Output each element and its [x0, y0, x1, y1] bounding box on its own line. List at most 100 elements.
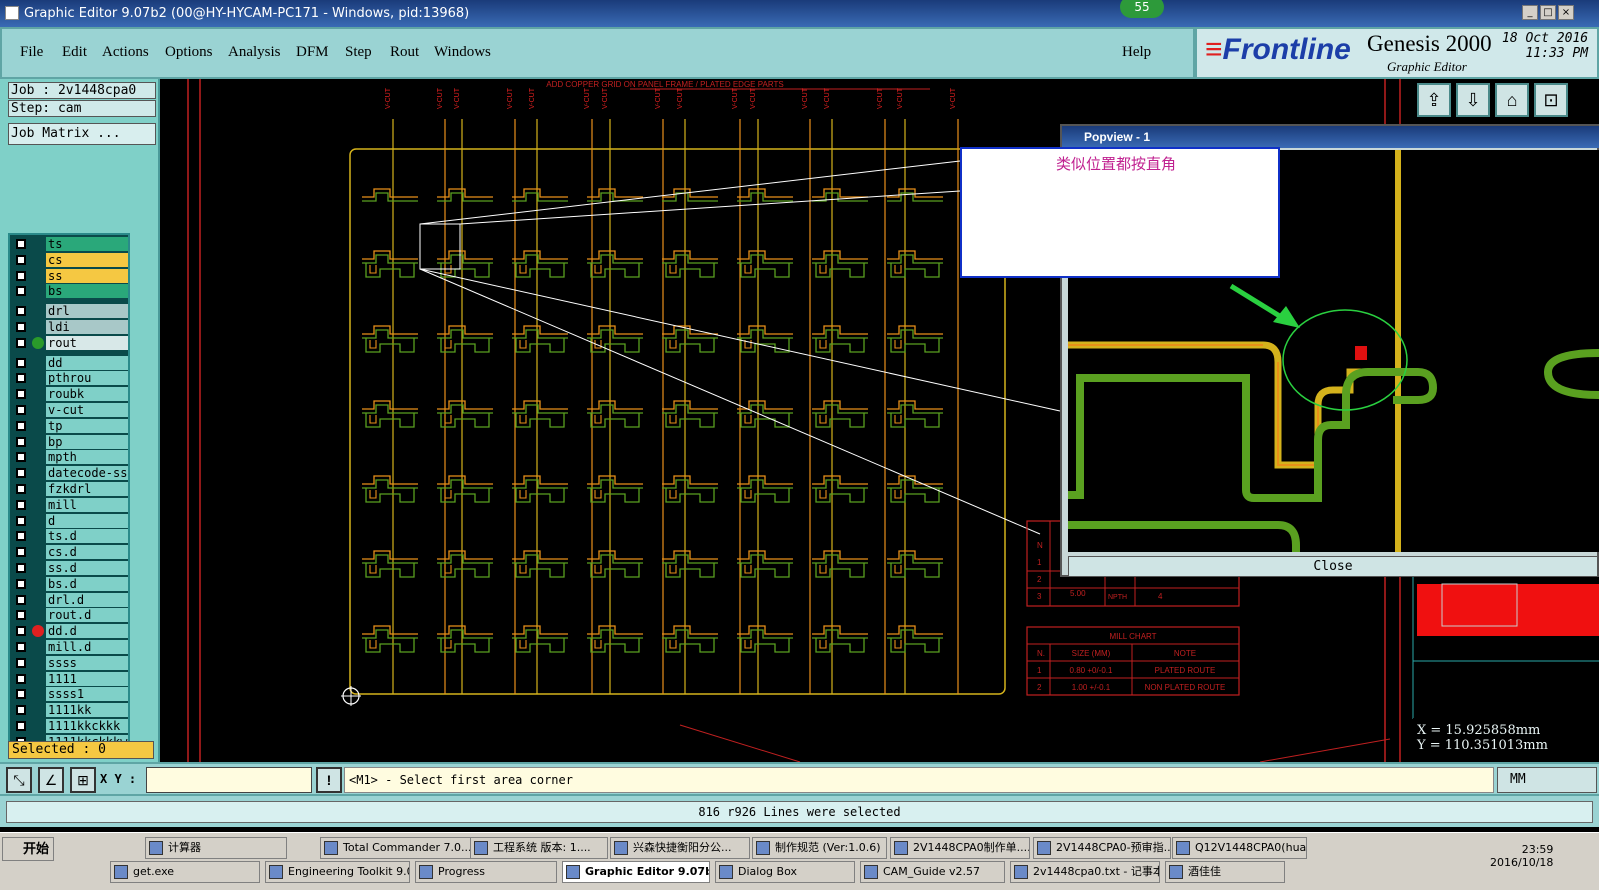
layer-row[interactable]: dd [12, 355, 128, 370]
taskbar-button[interactable]: Total Commander 7.0... [320, 837, 472, 859]
menu-dfm[interactable]: DFM [296, 44, 329, 61]
alert-icon[interactable]: ! [316, 767, 342, 793]
layer-checkbox[interactable] [16, 642, 26, 652]
taskbar-button[interactable]: 2V1448CPA0制作单.... [890, 837, 1030, 859]
menu-options[interactable]: Options [165, 44, 213, 61]
taskbar-button[interactable]: 兴森快捷衡阳分公... [610, 837, 750, 859]
layer-checkbox[interactable] [16, 689, 26, 700]
close-window-button[interactable]: × [1558, 5, 1574, 20]
popview-close-button[interactable]: Close [1068, 556, 1598, 577]
notification-badge[interactable]: 55 [1120, 0, 1164, 18]
taskbar-button[interactable]: 酒佳佳 [1165, 861, 1285, 883]
menu-step[interactable]: Step [345, 44, 372, 61]
layer-checkbox[interactable] [16, 515, 26, 526]
taskbar-button[interactable]: CAM_Guide v2.57 [860, 861, 1005, 883]
layer-row[interactable]: mpth [12, 450, 128, 465]
layer-checkbox[interactable] [16, 306, 26, 317]
layer-row[interactable]: ssss1 [12, 687, 128, 702]
layer-row[interactable]: pthrou [12, 371, 128, 386]
taskbar-button[interactable]: Dialog Box [715, 861, 855, 883]
taskbar-button[interactable]: Progress [415, 861, 557, 883]
layer-row[interactable]: datecode-ss [12, 466, 128, 481]
layer-row[interactable]: 1111kkckkk [12, 719, 128, 733]
layer-checkbox[interactable] [16, 563, 26, 573]
menu-actions[interactable]: Actions [102, 44, 149, 61]
layer-row[interactable]: d [12, 513, 128, 528]
layer-checkbox[interactable] [16, 322, 26, 332]
popview-titlebar[interactable]: Popview - 1 [1062, 126, 1599, 148]
layer-checkbox[interactable] [16, 626, 26, 637]
taskbar-button[interactable]: Q12V1448CPA0(hua... [1172, 837, 1307, 859]
taskbar-button[interactable]: Graphic Editor 9.07b... [562, 861, 710, 883]
layer-row[interactable]: dd.d [12, 624, 128, 639]
layer-row[interactable]: bs [12, 284, 128, 299]
taskbar-button[interactable]: 2v1448cpa0.txt - 记事本 [1010, 861, 1160, 883]
layer-checkbox[interactable] [16, 721, 26, 731]
job-matrix-button[interactable]: Job Matrix ... [8, 123, 156, 145]
layer-row[interactable]: 1111 [12, 671, 128, 686]
maximize-button[interactable]: □ [1540, 5, 1556, 20]
layer-row[interactable]: ldi [12, 320, 128, 334]
layer-checkbox[interactable] [16, 254, 26, 265]
menu-edit[interactable]: Edit [62, 44, 87, 61]
grid-icon[interactable]: ⊞ [70, 767, 96, 793]
angle-icon[interactable]: ∠ [38, 767, 64, 793]
taskbar-button[interactable]: Engineering Toolkit 9.0... [265, 861, 410, 883]
layer-checkbox[interactable] [16, 578, 26, 589]
layer-row[interactable]: mill.d [12, 640, 128, 654]
menu-windows[interactable]: Windows [434, 44, 491, 61]
taskbar-button[interactable]: 制作规范 (Ver:1.0.6) [752, 837, 887, 859]
menu-analysis[interactable]: Analysis [228, 44, 281, 61]
layer-row[interactable]: ts [12, 237, 128, 251]
layer-checkbox[interactable] [16, 705, 26, 716]
home-icon[interactable]: ⌂ [1495, 83, 1529, 117]
layer-row[interactable]: tp [12, 418, 128, 433]
units-selector[interactable]: MM [1497, 767, 1597, 793]
xy-input[interactable] [146, 767, 312, 793]
layer-row[interactable]: ts.d [12, 529, 128, 544]
snap-icon[interactable]: ⤡ [6, 767, 32, 793]
layer-row[interactable]: ss [12, 268, 128, 283]
layer-row[interactable]: fzkdrl [12, 482, 128, 496]
layer-row[interactable]: roubk [12, 387, 128, 402]
layer-checkbox[interactable] [16, 357, 26, 368]
layer-row[interactable]: ss.d [12, 561, 128, 575]
layer-checkbox[interactable] [16, 389, 26, 400]
layer-row[interactable]: ssss [12, 655, 128, 670]
taskbar-button[interactable]: 工程系统 版本: 1.... [470, 837, 608, 859]
layer-checkbox[interactable] [16, 468, 26, 479]
layer-row[interactable]: cs.d [12, 545, 128, 560]
layer-checkbox[interactable] [16, 673, 26, 684]
layer-checkbox[interactable] [16, 286, 26, 297]
system-clock[interactable]: 23:59 2016/10/18 [1490, 843, 1553, 869]
layer-row[interactable]: 1111kk [12, 703, 128, 718]
layer-checkbox[interactable] [16, 610, 26, 621]
layer-checkbox[interactable] [16, 270, 26, 281]
menu-file[interactable]: File [20, 44, 43, 61]
layer-row[interactable]: mill [12, 497, 128, 512]
layer-row[interactable]: drl [12, 304, 128, 319]
layer-row[interactable]: rout.d [12, 608, 128, 623]
layer-checkbox[interactable] [16, 373, 26, 384]
minimize-button[interactable]: _ [1522, 5, 1538, 20]
layer-row[interactable]: rout [12, 335, 128, 350]
zoom-fit-icon[interactable]: ⊡ [1534, 83, 1568, 117]
start-button[interactable]: 开始 [2, 837, 54, 861]
layer-row[interactable]: v-cut [12, 403, 128, 417]
layer-checkbox[interactable] [16, 239, 26, 249]
menu-help[interactable]: Help [1122, 44, 1151, 61]
layer-checkbox[interactable] [16, 337, 26, 348]
layer-row[interactable]: cs [12, 252, 128, 267]
taskbar-button[interactable]: get.exe [110, 861, 260, 883]
layer-row[interactable]: bp [12, 434, 128, 449]
layer-checkbox[interactable] [16, 499, 26, 510]
taskbar-button[interactable]: 2V1448CPA0-预审指... [1033, 837, 1171, 859]
layer-checkbox[interactable] [16, 657, 26, 668]
taskbar-button[interactable]: 计算器 [145, 837, 287, 859]
import-icon[interactable]: ⇩ [1456, 83, 1490, 117]
export-icon[interactable]: ⇪ [1417, 83, 1451, 117]
layer-checkbox[interactable] [16, 594, 26, 605]
layer-checkbox[interactable] [16, 452, 26, 463]
menu-rout[interactable]: Rout [390, 44, 419, 61]
layer-checkbox[interactable] [16, 484, 26, 494]
